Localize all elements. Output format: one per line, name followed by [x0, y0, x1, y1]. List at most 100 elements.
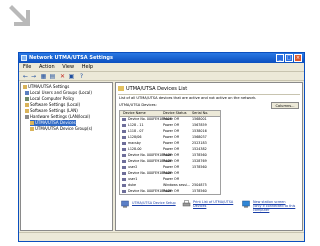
device-status-cell: Power Off: [163, 129, 179, 133]
table-row[interactable]: Device No. 000FE91854DF Power Off 1578560: [120, 189, 220, 194]
serial-number-cell: 1524382: [192, 147, 207, 151]
device-status-cell: Power Off: [163, 147, 179, 151]
column-header-device-name[interactable]: Device Name: [123, 111, 146, 116]
serial-number-cell: 1578560: [192, 189, 207, 193]
table-row[interactable]: L128-00 Power Off 1524382: [120, 147, 220, 152]
serial-number-cell: 2523183: [192, 141, 207, 145]
serial-number-cell: 1568037: [192, 135, 207, 139]
show-hide-tree-icon[interactable]: ▤: [49, 73, 56, 80]
device-icon: [122, 172, 126, 175]
table-row[interactable]: Device No. 000FE91854DF Power Off: [120, 171, 220, 176]
maximize-button[interactable]: □: [285, 54, 293, 62]
new-station-link[interactable]: New station screen (only if connected to…: [253, 200, 295, 212]
app-window: Network UTMA/UTSA Settings _ □ × File Acti…: [18, 52, 305, 242]
window-controls: _ □ ×: [275, 54, 302, 62]
table-row[interactable]: duke Windows sessi... 2504875: [120, 183, 220, 188]
table-row[interactable]: Device No. 000FE9185608 Power Off 1568001: [120, 117, 220, 122]
policy-icon: [25, 97, 29, 101]
page-title: UTMA/UTSA Devices List: [118, 85, 298, 94]
device-name-cell: macsby: [128, 141, 141, 145]
serial-number-cell: 1578560: [192, 153, 207, 157]
device-icon: [122, 130, 126, 133]
table-row[interactable]: L118 - 07 Power Off 1538016: [120, 129, 220, 134]
tree-item[interactable]: UTMA/UTSA Device Group(s): [30, 126, 92, 132]
back-icon[interactable]: ←: [22, 73, 29, 80]
menu-help[interactable]: Help: [82, 64, 93, 70]
device-status-cell: Power Off: [163, 159, 179, 163]
status-bar: [19, 232, 304, 241]
table-row[interactable]: L128 - 11 Power Off 1567859: [120, 123, 220, 128]
device-icon: [122, 154, 126, 157]
device-icon: [122, 178, 126, 181]
device-status-cell: Power Off: [163, 189, 179, 193]
device-setup-link[interactable]: UTMA/UTSA Device Setup: [132, 201, 176, 205]
users-icon: [25, 91, 29, 95]
menu-bar: File Action View Help: [19, 63, 304, 71]
table-row[interactable]: L128/06 Power Off 1568037: [120, 135, 220, 140]
device-name-cell: L128-00: [128, 147, 142, 151]
device-status-cell: Power Off: [163, 153, 179, 157]
device-status-cell: Power Off: [163, 165, 179, 169]
title-bar[interactable]: Network UTMA/UTSA Settings _ □ ×: [19, 53, 304, 63]
folder-icon: [25, 109, 29, 113]
table-row[interactable]: user1 Power Off: [120, 177, 220, 182]
properties-icon[interactable]: ▣: [68, 73, 75, 80]
hardware-icon: [25, 115, 29, 119]
divider: [118, 94, 300, 95]
device-icon: [122, 148, 126, 151]
print-list-link[interactable]: Print List of UTMA/UTSA Devices: [193, 200, 233, 208]
device-status-cell: Power Off: [163, 171, 179, 175]
table-row[interactable]: Device No. 000FE91854DF Power Off 1528769: [120, 159, 220, 164]
device-status-cell: Power Off: [163, 177, 179, 181]
page: Network UTMA/UTSA Settings _ □ × File Acti…: [0, 0, 320, 246]
up-icon[interactable]: ▦: [40, 73, 47, 80]
content-pane: UTMA/UTSA Devices List List of all UTMA/…: [115, 82, 303, 231]
help-icon[interactable]: ?: [78, 73, 85, 80]
column-header-device-status[interactable]: Device Status: [163, 111, 186, 116]
folder-icon: [25, 103, 29, 107]
device-name-cell: user1: [128, 177, 138, 181]
device-icon: [122, 136, 126, 139]
window-title: Network UTMA/UTSA Settings: [29, 55, 113, 61]
device-name-cell: L118 - 07: [128, 129, 144, 133]
device-status-cell: Power Off: [163, 123, 179, 127]
device-name-cell: user2: [128, 165, 138, 169]
table-row[interactable]: user2 Power Off 1578560: [120, 165, 220, 170]
menu-action[interactable]: Action: [39, 64, 55, 70]
minimize-button[interactable]: _: [276, 54, 284, 62]
serial-number-cell: 1578560: [192, 165, 207, 169]
menu-view[interactable]: View: [62, 64, 74, 70]
device-name-cell: L128/06: [128, 135, 142, 139]
printer-icon[interactable]: [182, 200, 191, 208]
folder-icon: [30, 121, 34, 125]
new-station-icon[interactable]: [242, 200, 251, 208]
device-status-cell: Power Off: [163, 135, 179, 139]
serial-number-cell: 2504875: [192, 183, 207, 187]
tree-pane: UTMA/UTSA Settings Local Users and Group…: [20, 82, 113, 231]
devices-label: UTMA/UTSA Devices:: [119, 103, 157, 107]
serial-number-cell: 1528769: [192, 159, 207, 163]
forward-icon[interactable]: →: [30, 73, 37, 80]
device-icon: [122, 160, 126, 163]
description-text: List of all UTMA/UTSA devices that are a…: [119, 96, 257, 100]
table-row[interactable]: Device No. 000FE91854DF Power Off 1578560: [120, 153, 220, 158]
device-status-cell: Power Off: [163, 141, 179, 145]
device-name-cell: duke: [128, 183, 137, 187]
menu-file[interactable]: File: [23, 64, 31, 70]
folder-icon: [23, 85, 27, 89]
table-row[interactable]: macsby Power Off 2523183: [120, 141, 220, 146]
device-name-cell: L128 - 11: [128, 123, 144, 127]
close-button[interactable]: ×: [294, 54, 302, 62]
serial-number-cell: 1538016: [192, 129, 207, 133]
serial-number-cell: 1568001: [192, 117, 207, 121]
column-header-serial[interactable]: Serial No.: [192, 111, 208, 116]
device-status-cell: Power Off: [163, 117, 179, 121]
device-icon: [122, 118, 126, 121]
device-setup-icon[interactable]: [121, 200, 130, 208]
delete-icon[interactable]: ✕: [59, 73, 66, 80]
device-icon: [122, 166, 126, 169]
columns-button[interactable]: Columns...: [271, 102, 299, 109]
folder-icon: [118, 86, 124, 91]
device-list[interactable]: Device Name Device Status Serial No. Dev…: [119, 110, 221, 195]
device-status-cell: Windows sessi...: [163, 183, 191, 187]
